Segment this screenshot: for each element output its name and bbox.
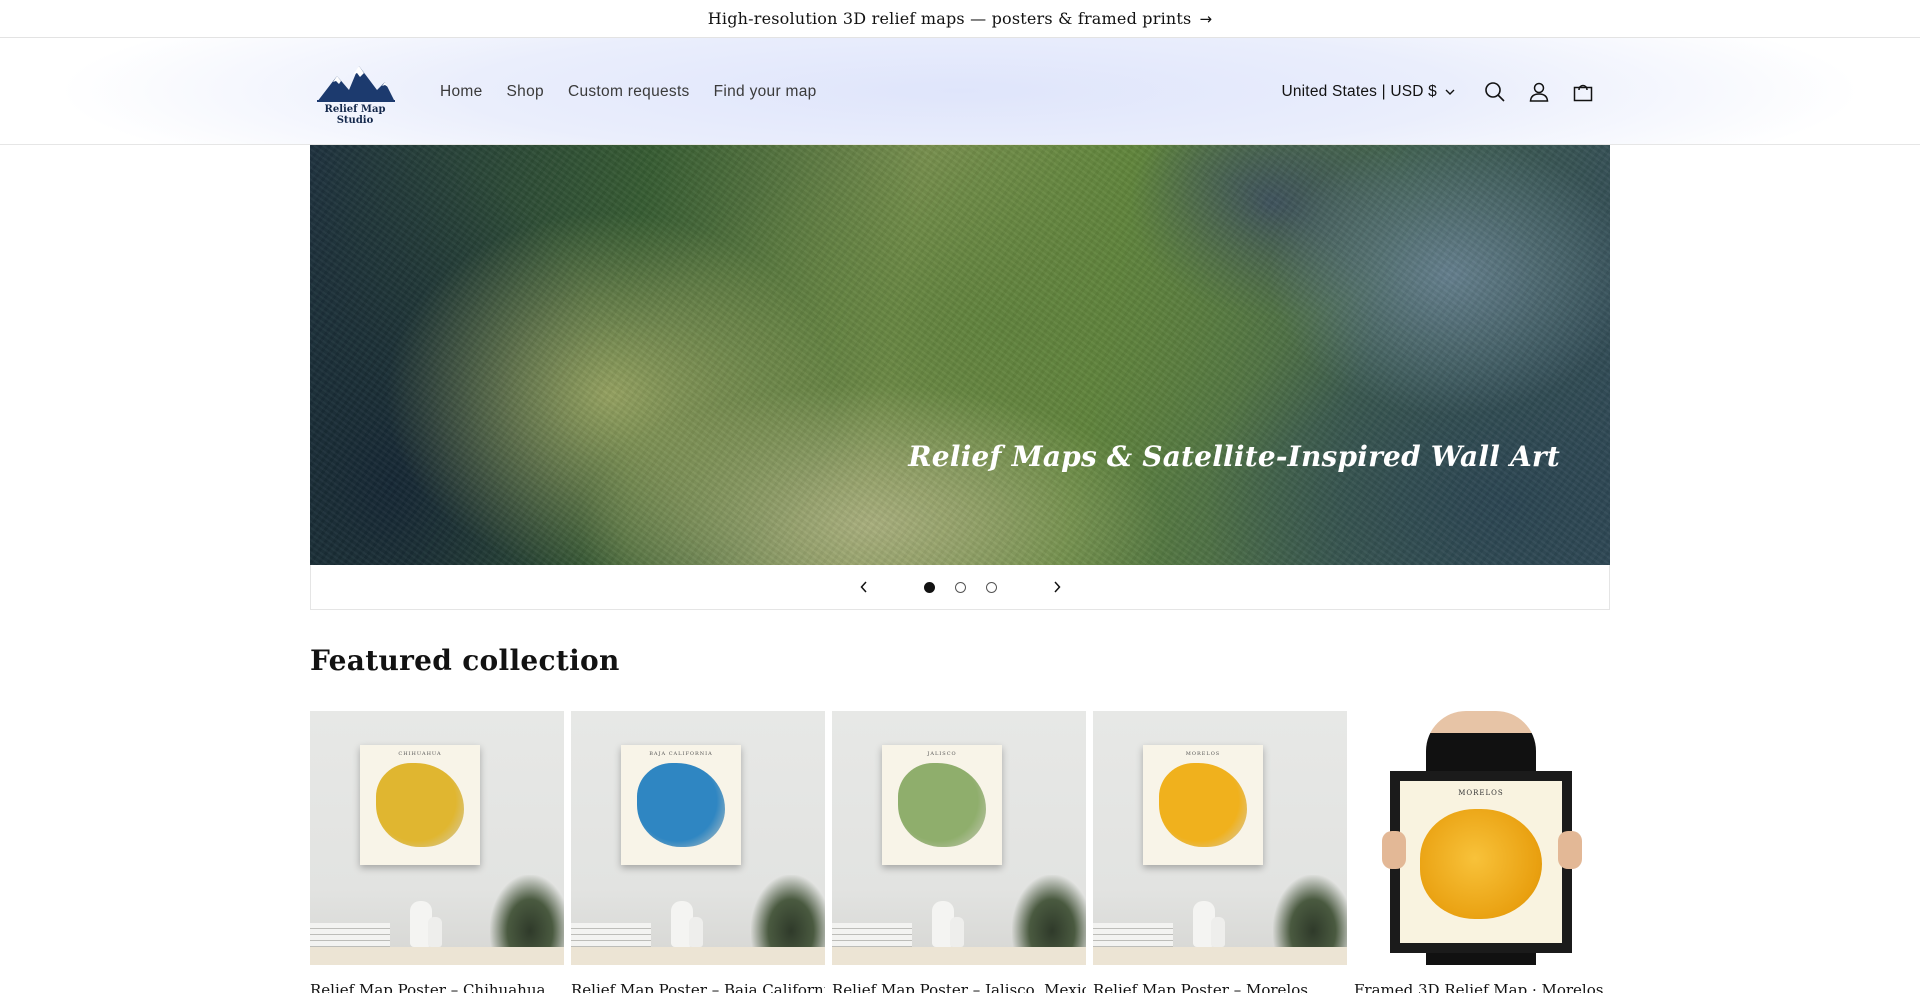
left-hand (1382, 831, 1406, 869)
nav-custom-requests[interactable]: Custom requests (568, 83, 690, 101)
product-card[interactable]: MORELOS Relief Map Poster – Morelos (1093, 711, 1347, 993)
product-card[interactable]: JALISCO Relief Map Poster – Jalisco, Mex… (832, 711, 1086, 993)
slide-dot-1[interactable] (923, 581, 935, 593)
cart-icon (1573, 84, 1593, 101)
cart-button[interactable] (1561, 70, 1605, 114)
account-button[interactable] (1517, 70, 1561, 114)
product-card[interactable]: MORELOS Framed 3D Relief Map · Morelos (1354, 711, 1608, 993)
poster-label: JALISCO (927, 751, 957, 757)
announcement-text: High-resolution 3D relief maps — posters… (707, 9, 1192, 28)
site-header: Relief Map Studio Home Shop Custom reque… (0, 38, 1920, 145)
hero-title: Relief Maps & Satellite-Inspired Wall Ar… (908, 440, 1560, 473)
slider-controls (310, 565, 1610, 610)
framed-map: MORELOS (1390, 771, 1572, 953)
right-hand (1558, 831, 1582, 869)
search-button[interactable] (1473, 70, 1517, 114)
map-poster: JALISCO (882, 745, 1002, 865)
map-shape (1159, 763, 1247, 847)
chevron-left-icon (859, 581, 867, 593)
announcement-bar[interactable]: High-resolution 3D relief maps — posters… (0, 0, 1920, 38)
product-title[interactable]: Relief Map Poster – Chihuahua (310, 981, 564, 993)
product-image[interactable]: MORELOS (1093, 711, 1347, 965)
product-image[interactable]: CHIHUAHUA (310, 711, 564, 965)
product-title[interactable]: Relief Map Poster – Baja California (571, 981, 825, 993)
map-poster: BAJA CALIFORNIA (621, 745, 741, 865)
poster-label: MORELOS (1185, 751, 1221, 757)
product-title[interactable]: Relief Map Poster – Jalisco, Mexico (832, 981, 1086, 993)
logo-text-line1: Relief Map (324, 104, 386, 115)
map-poster: MORELOS (1143, 745, 1263, 865)
slide-dots (914, 581, 1007, 593)
previous-slide-button[interactable] (844, 567, 884, 607)
poster-label: BAJA CALIFORNIA (649, 751, 713, 757)
logo-text: Relief Map Studio (313, 104, 397, 126)
poster-label: CHIHUAHUA (398, 751, 442, 757)
search-icon (1485, 81, 1505, 102)
store-logo[interactable]: Relief Map Studio (313, 60, 397, 128)
nav-home[interactable]: Home (440, 83, 483, 101)
product-title[interactable]: Framed 3D Relief Map · Morelos (1354, 981, 1608, 993)
chevron-down-icon (1445, 89, 1455, 95)
next-slide-button[interactable] (1037, 567, 1077, 607)
featured-collection-title: Featured collection (310, 644, 620, 677)
product-card[interactable]: CHIHUAHUA Relief Map Poster – Chihuahua (310, 711, 564, 993)
hero-slideshow: Relief Maps & Satellite-Inspired Wall Ar… (310, 145, 1610, 565)
product-grid: CHIHUAHUA Relief Map Poster – Chihuahua … (310, 711, 1610, 993)
slide-dot-2[interactable] (954, 581, 966, 593)
nav-shop[interactable]: Shop (507, 83, 544, 101)
product-title[interactable]: Relief Map Poster – Morelos (1093, 981, 1347, 993)
mountain-logo-icon (317, 66, 395, 102)
product-image[interactable]: BAJA CALIFORNIA (571, 711, 825, 965)
slide-dot-3[interactable] (985, 581, 997, 593)
main-nav: Home Shop Custom requests Find your map (440, 38, 841, 145)
chevron-right-icon (1053, 581, 1061, 593)
header-actions: United States | USD $ (1281, 38, 1605, 145)
locale-label: United States | USD $ (1281, 82, 1437, 100)
country-currency-selector[interactable]: United States | USD $ (1281, 83, 1455, 101)
map-shape (637, 763, 725, 847)
account-icon (1529, 82, 1549, 102)
poster-label: MORELOS (1458, 789, 1504, 797)
logo-text-line2: Studio (336, 115, 374, 126)
map-poster: CHIHUAHUA (360, 745, 480, 865)
map-shape (898, 763, 986, 847)
arrow-right-icon: → (1199, 9, 1213, 28)
product-image[interactable]: MORELOS (1354, 711, 1608, 965)
nav-find-your-map[interactable]: Find your map (714, 83, 817, 101)
map-shape (376, 763, 464, 847)
product-card[interactable]: BAJA CALIFORNIA Relief Map Poster – Baja… (571, 711, 825, 993)
product-image[interactable]: JALISCO (832, 711, 1086, 965)
map-shape (1420, 809, 1542, 919)
